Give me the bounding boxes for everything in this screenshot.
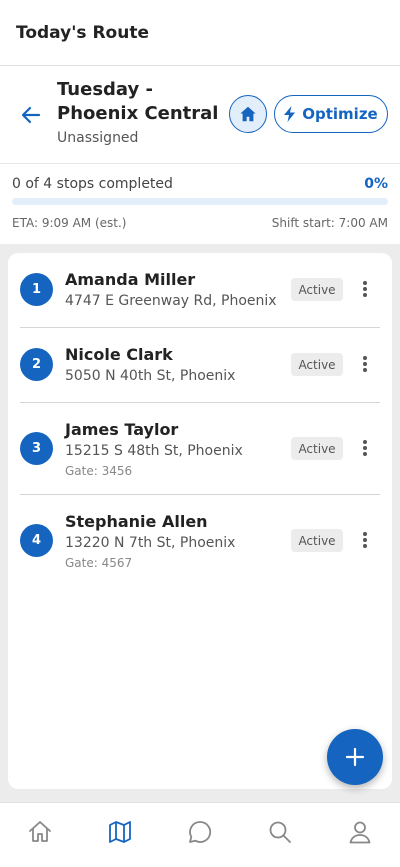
stop-address: 15215 S 48th St, Phoenix xyxy=(65,443,243,459)
home-button[interactable] xyxy=(229,95,267,133)
search-icon xyxy=(269,821,291,843)
home-icon xyxy=(29,821,51,842)
stop-address: 13220 N 7th St, Phoenix xyxy=(65,535,236,551)
status-badge: Active xyxy=(291,353,343,376)
route-assignment: Unassigned xyxy=(57,130,139,146)
more-options-button[interactable] xyxy=(356,277,374,301)
app-header: Today's Route xyxy=(0,0,400,66)
stop-item-2[interactable]: 2 Nicole Clark 5050 N 40th St, Phoenix A… xyxy=(8,328,392,403)
stop-name: Stephanie Allen xyxy=(65,512,208,531)
progress-percent: 0% xyxy=(364,176,388,192)
route-name: Tuesday - Phoenix Central xyxy=(57,79,219,124)
status-badge: Active xyxy=(291,529,343,552)
shift-start-text: Shift start: 7:00 AM xyxy=(271,216,388,230)
status-badge: Active xyxy=(291,278,343,301)
stop-number: 3 xyxy=(20,432,53,465)
bottom-nav xyxy=(0,802,400,867)
route-bar: Tuesday - Phoenix Central Unassigned Opt… xyxy=(0,66,400,164)
progress-summary: 0 of 4 stops completed xyxy=(12,176,173,192)
stop-name: Nicole Clark xyxy=(65,345,173,364)
more-options-button[interactable] xyxy=(356,352,374,376)
optimize-label: Optimize xyxy=(302,105,378,123)
map-icon xyxy=(109,821,131,843)
stop-number: 2 xyxy=(20,348,53,381)
nav-chat[interactable] xyxy=(185,817,215,847)
nav-search[interactable] xyxy=(265,817,295,847)
more-vertical-icon xyxy=(363,356,367,372)
profile-icon xyxy=(349,821,371,844)
stop-gate-code: Gate: 3456 xyxy=(65,464,133,478)
home-icon xyxy=(240,106,256,122)
lightning-icon xyxy=(284,106,296,122)
optimize-button[interactable]: Optimize xyxy=(274,95,388,133)
stop-item-1[interactable]: 1 Amanda Miller 4747 E Greenway Rd, Phoe… xyxy=(8,253,392,327)
progress-bar xyxy=(12,198,388,205)
nav-profile[interactable] xyxy=(345,817,375,847)
more-options-button[interactable] xyxy=(356,436,374,460)
more-vertical-icon xyxy=(363,440,367,456)
stop-item-3[interactable]: 3 James Taylor 15215 S 48th St, Phoenix … xyxy=(8,403,392,495)
chat-icon xyxy=(189,821,212,843)
progress-section: 0 of 4 stops completed 0% ETA: 9:09 AM (… xyxy=(0,164,400,244)
stop-name: Amanda Miller xyxy=(65,270,196,289)
stop-name: James Taylor xyxy=(65,420,179,439)
eta-text: ETA: 9:09 AM (est.) xyxy=(12,216,127,230)
plus-icon xyxy=(345,747,365,767)
more-vertical-icon xyxy=(363,281,367,297)
stop-gate-code: Gate: 4567 xyxy=(65,556,133,570)
stop-item-4[interactable]: 4 Stephanie Allen 13220 N 7th St, Phoeni… xyxy=(8,495,392,587)
stops-list: 1 Amanda Miller 4747 E Greenway Rd, Phoe… xyxy=(8,253,392,789)
stop-number: 1 xyxy=(20,273,53,306)
page-title: Today's Route xyxy=(16,22,149,43)
back-arrow-icon xyxy=(21,106,41,124)
more-options-button[interactable] xyxy=(356,528,374,552)
status-badge: Active xyxy=(291,437,343,460)
nav-map[interactable] xyxy=(105,817,135,847)
stop-address: 5050 N 40th St, Phoenix xyxy=(65,368,236,384)
stop-address: 4747 E Greenway Rd, Phoenix xyxy=(65,293,277,309)
add-stop-button[interactable] xyxy=(327,729,383,785)
more-vertical-icon xyxy=(363,532,367,548)
back-button[interactable] xyxy=(18,102,44,128)
stop-number: 4 xyxy=(20,524,53,557)
nav-home[interactable] xyxy=(25,817,55,847)
